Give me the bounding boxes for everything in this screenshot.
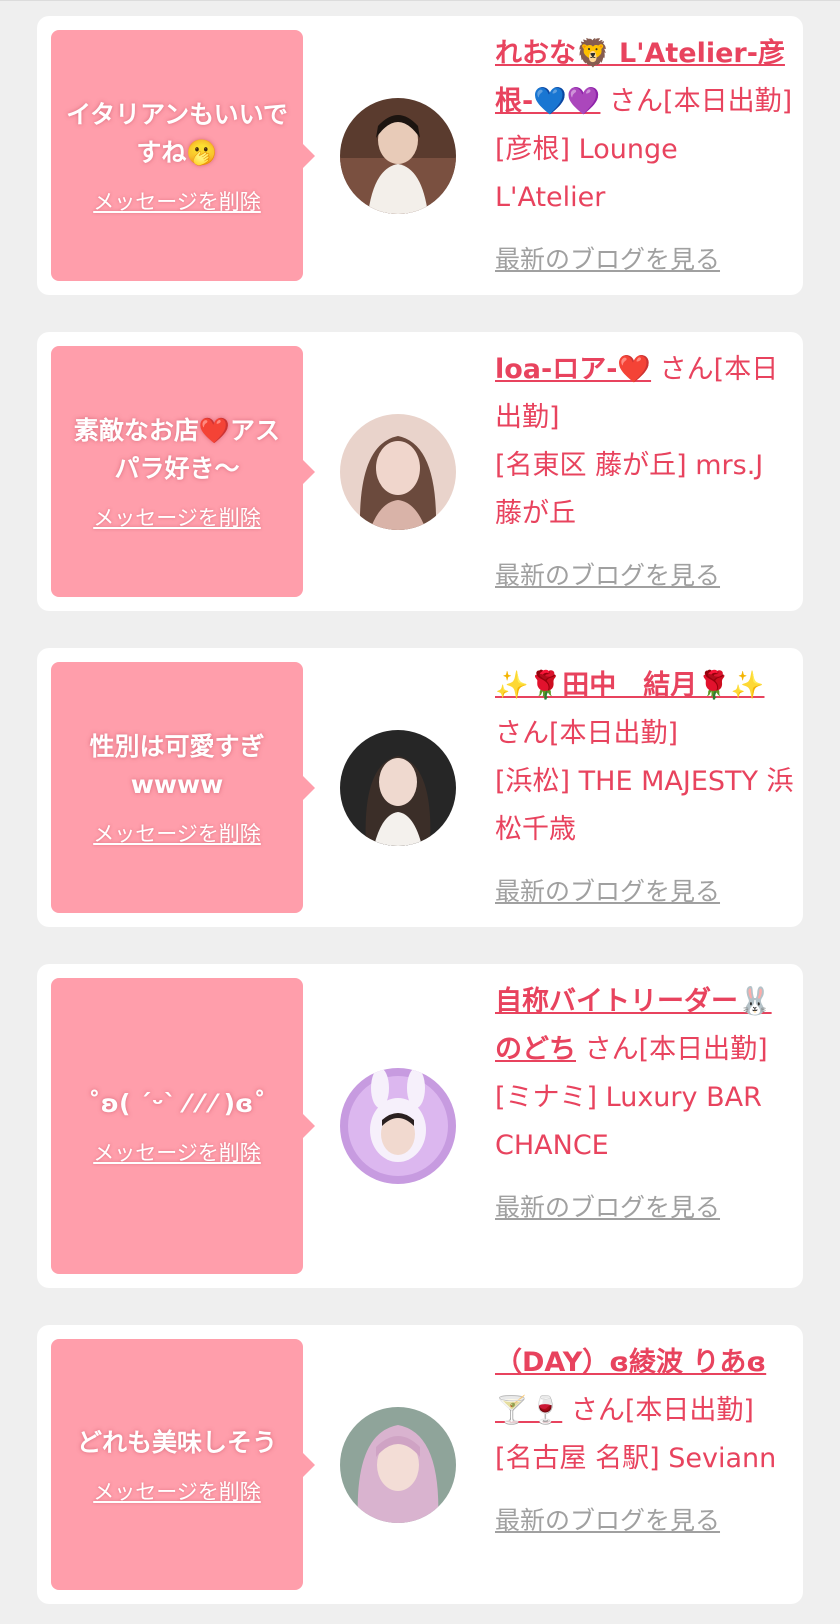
cast-status: さん[本日出勤] [495, 718, 679, 749]
cast-info: 自称バイトリーダー🐰のどち さん[本日出勤] [ミナミ] Luxury BAR … [495, 978, 795, 1232]
message-bubble: 素敵なお店❤️アスパラ好き〜 メッセージを削除 [51, 346, 315, 597]
cast-name-link[interactable]: loa-ロア-❤️ [495, 354, 651, 385]
message-text: ˚ʚ( ´ᵕ` ⁄ ⁄ ⁄ )ɞ˚ [88, 1089, 266, 1118]
blog-link[interactable]: 最新のブログを見る [495, 1184, 720, 1232]
cast-status: さん[本日出勤] [570, 1395, 754, 1426]
shop-name: [名古屋 名駅] Seviann [495, 1443, 777, 1474]
message-card: イタリアンもいいですね🫢 メッセージを削除 れおな🦁 L'Atelier-彦根-… [37, 16, 803, 295]
blog-link[interactable]: 最新のブログを見る [495, 552, 720, 600]
avatar[interactable] [340, 1407, 456, 1523]
top-divider [0, 0, 840, 1]
blog-link[interactable]: 最新のブログを見る [495, 868, 720, 916]
message-text: 素敵なお店❤️アスパラ好き〜 [73, 415, 281, 483]
message-card: 性別は可愛すぎwwww メッセージを削除 ✨🌹田中 結月🌹✨ さん[本日出勤] … [37, 648, 803, 927]
avatar[interactable] [340, 730, 456, 846]
blog-link[interactable]: 最新のブログを見る [495, 236, 720, 284]
cast-info: loa-ロア-❤️ さん[本日出勤] [名東区 藤が丘] mrs.J 藤が丘 最… [495, 346, 795, 600]
avatar[interactable] [340, 98, 456, 214]
delete-message-link[interactable]: メッセージを削除 [93, 1137, 261, 1167]
cast-name-link[interactable]: ✨🌹田中 結月🌹✨ [495, 670, 764, 701]
message-bubble: ˚ʚ( ´ᵕ` ⁄ ⁄ ⁄ )ɞ˚ メッセージを削除 [51, 978, 315, 1274]
avatar[interactable] [340, 1068, 456, 1184]
message-text: 性別は可愛すぎwwww [89, 731, 265, 799]
delete-message-link[interactable]: メッセージを削除 [93, 818, 261, 848]
cast-info: れおな🦁 L'Atelier-彦根-💙💜 さん[本日出勤] [彦根] Loung… [495, 30, 795, 284]
message-text: どれも美味しそう [76, 1427, 277, 1457]
shop-name: [彦根] Lounge L'Atelier [495, 134, 678, 213]
message-card: ˚ʚ( ´ᵕ` ⁄ ⁄ ⁄ )ɞ˚ メッセージを削除 自称バイトリーダー🐰のどち… [37, 964, 803, 1288]
blog-link[interactable]: 最新のブログを見る [495, 1497, 720, 1545]
shop-name: [ミナミ] Luxury BAR CHANCE [495, 1082, 762, 1161]
shop-name: [名東区 藤が丘] mrs.J 藤が丘 [495, 450, 764, 529]
cast-info: ✨🌹田中 結月🌹✨ さん[本日出勤] [浜松] THE MAJESTY 浜松千歳… [495, 662, 795, 916]
message-bubble: 性別は可愛すぎwwww メッセージを削除 [51, 662, 315, 913]
cast-info: （DAY）ɞ綾波 りあɞ🍸🍷 さん[本日出勤] [名古屋 名駅] Seviann… [495, 1339, 795, 1545]
message-bubble: イタリアンもいいですね🫢 メッセージを削除 [51, 30, 315, 281]
message-card: どれも美味しそう メッセージを削除 （DAY）ɞ綾波 りあɞ🍸🍷 さん[本日出勤… [37, 1325, 803, 1604]
delete-message-link[interactable]: メッセージを削除 [93, 1476, 261, 1506]
message-text: イタリアンもいいですね🫢 [66, 99, 288, 167]
cast-status: さん[本日出勤] [609, 86, 793, 117]
message-card: 素敵なお店❤️アスパラ好き〜 メッセージを削除 loa-ロア-❤️ さん[本日出… [37, 332, 803, 611]
delete-message-link[interactable]: メッセージを削除 [93, 502, 261, 532]
avatar[interactable] [340, 414, 456, 530]
message-bubble: どれも美味しそう メッセージを削除 [51, 1339, 315, 1590]
shop-name: [浜松] THE MAJESTY 浜松千歳 [495, 766, 794, 845]
cast-status: さん[本日出勤] [584, 1034, 768, 1065]
delete-message-link[interactable]: メッセージを削除 [93, 186, 261, 216]
